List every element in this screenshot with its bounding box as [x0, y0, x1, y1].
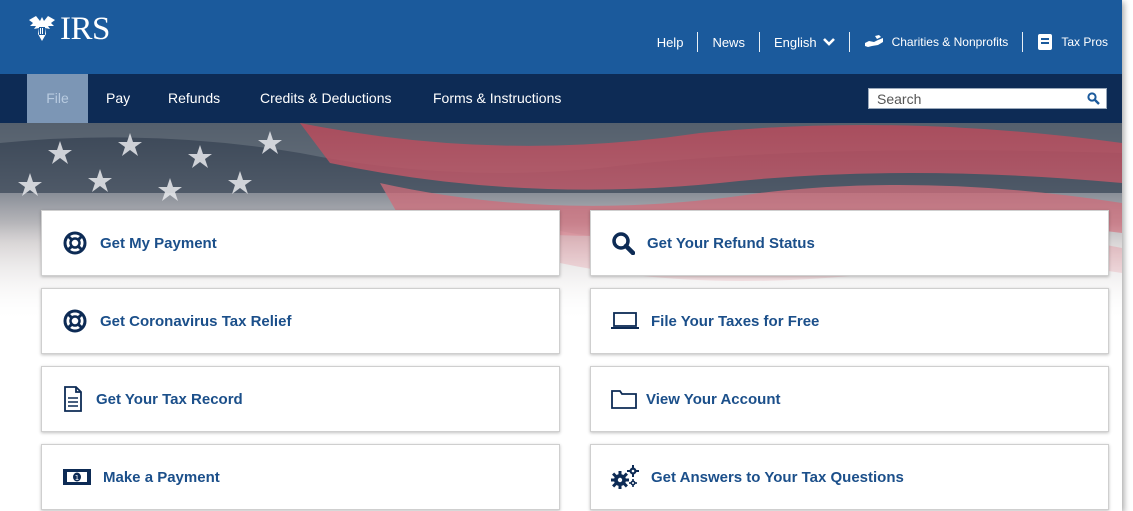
tax-pros-link[interactable]: Tax Pros: [1037, 33, 1108, 51]
gears-icon: [611, 465, 639, 489]
card-get-my-payment[interactable]: Get My Payment: [41, 210, 560, 276]
search-icon[interactable]: [1087, 92, 1100, 105]
nav-tab-credits-deductions[interactable]: Credits & Deductions: [260, 74, 392, 123]
lifebuoy-icon: [63, 231, 87, 255]
document-icon: [64, 386, 82, 412]
search-input[interactable]: [869, 89, 1085, 108]
irs-logo[interactable]: IRS: [26, 12, 110, 46]
divider: [848, 32, 850, 52]
nav-tab-forms-instructions[interactable]: Forms & Instructions: [433, 74, 561, 123]
page-frame: IRS Help News English Charities & Nonpro…: [0, 0, 1122, 511]
card-label: View Your Account: [646, 390, 781, 408]
card-coronavirus-tax-relief[interactable]: Get Coronavirus Tax Relief: [41, 288, 560, 354]
charities-link[interactable]: Charities & Nonprofits: [864, 34, 1009, 50]
helping-hand-icon: [864, 35, 883, 47]
card-label: Get Answers to Your Tax Questions: [651, 468, 904, 486]
charities-link-label: Charities & Nonprofits: [891, 35, 1009, 49]
card-label: Make a Payment: [103, 468, 220, 486]
book-icon: [1038, 34, 1053, 50]
money-icon: 1: [63, 469, 91, 485]
divider: [758, 32, 760, 52]
lifebuoy-icon: [63, 309, 87, 333]
laptop-icon: [611, 312, 639, 329]
svg-text:1: 1: [75, 474, 79, 482]
search-icon: [612, 232, 635, 255]
card-refund-status[interactable]: Get Your Refund Status: [590, 210, 1109, 276]
card-label: File Your Taxes for Free: [651, 312, 820, 330]
card-label: Get Your Tax Record: [96, 390, 243, 408]
news-link[interactable]: News: [712, 35, 745, 50]
news-link-label: News: [712, 34, 745, 50]
folder-icon: [611, 390, 637, 409]
nav-tab-file[interactable]: File: [27, 74, 88, 123]
help-link[interactable]: Help: [657, 35, 684, 50]
card-tax-record[interactable]: Get Your Tax Record: [41, 366, 560, 432]
divider: [1022, 32, 1024, 52]
eagle-logo-icon: [29, 16, 55, 41]
card-label: Get Your Refund Status: [647, 234, 815, 252]
language-label: English: [773, 34, 817, 50]
card-label: Get My Payment: [100, 234, 217, 252]
card-make-payment[interactable]: 1 Make a Payment: [41, 444, 560, 510]
card-file-taxes-free[interactable]: File Your Taxes for Free: [590, 288, 1109, 354]
card-tax-questions[interactable]: Get Answers to Your Tax Questions: [590, 444, 1109, 510]
help-link-label: Help: [656, 34, 684, 50]
tax-pros-link-label: Tax Pros: [1061, 35, 1108, 49]
language-select[interactable]: English: [774, 35, 835, 50]
card-view-account[interactable]: View Your Account: [590, 366, 1109, 432]
chevron-down-icon: [822, 38, 835, 46]
card-label: Get Coronavirus Tax Relief: [100, 312, 292, 330]
site-header: IRS Help News English Charities & Nonpro…: [0, 0, 1122, 74]
nav-tab-pay[interactable]: Pay: [106, 74, 130, 123]
nav-tab-refunds[interactable]: Refunds: [168, 74, 220, 123]
utility-nav: Help News English Charities & Nonprofits: [657, 32, 1108, 52]
divider: [697, 32, 699, 52]
logo-text: IRS: [60, 11, 110, 47]
search-box: [868, 88, 1107, 109]
